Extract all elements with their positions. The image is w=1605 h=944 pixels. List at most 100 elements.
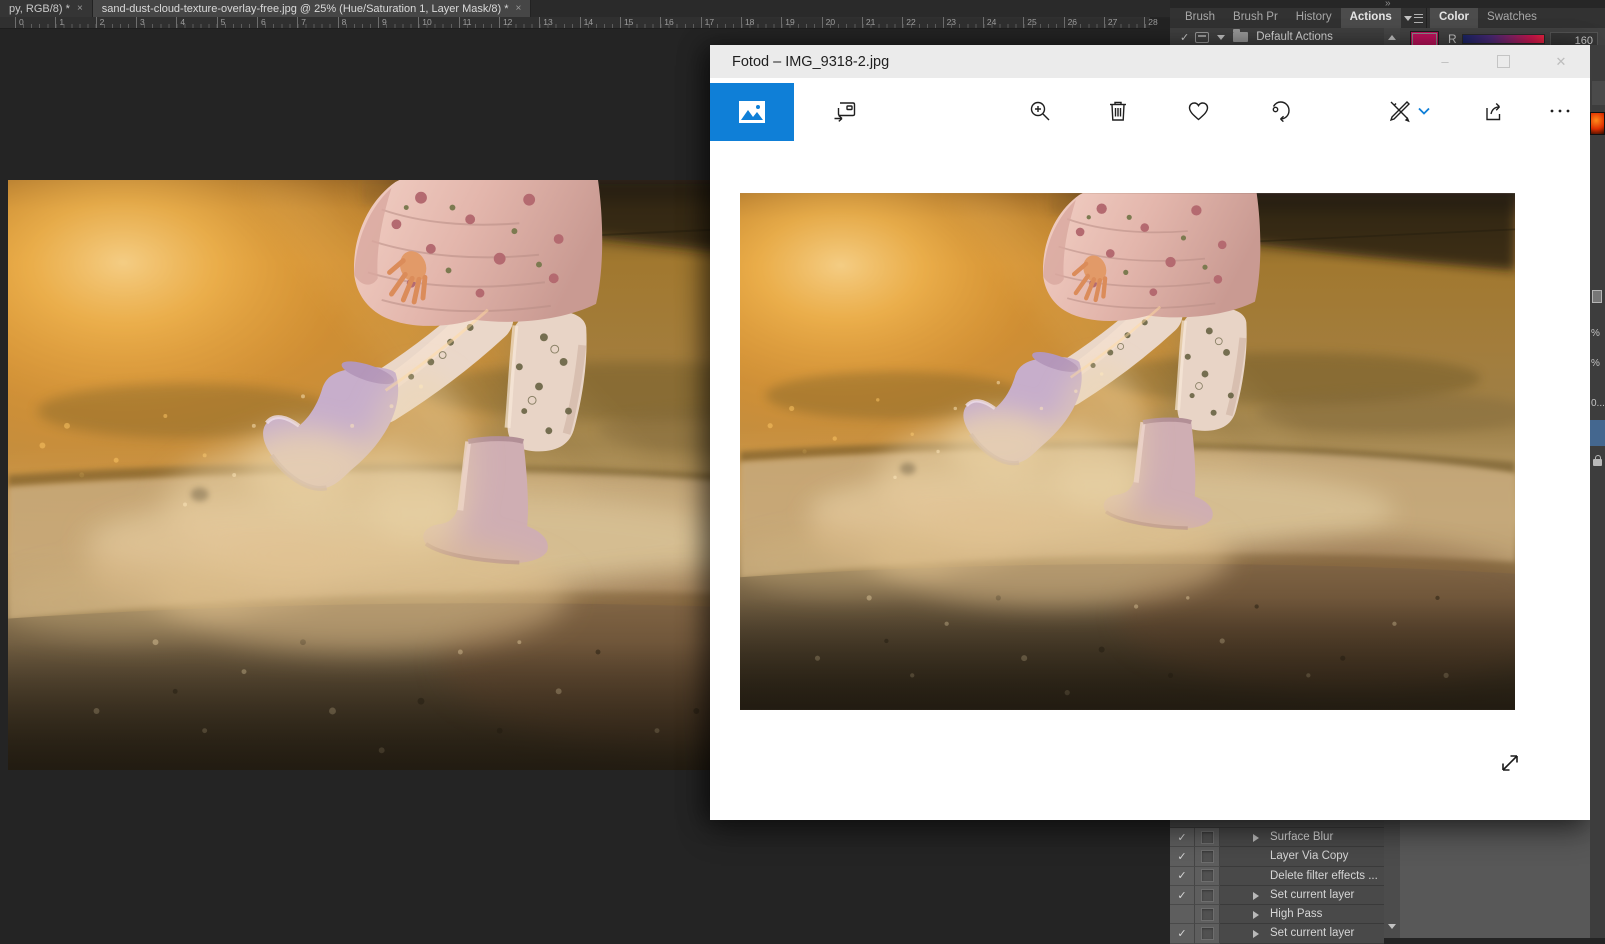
toggle-item-check[interactable]: ✓ [1170, 867, 1195, 886]
action-row-main[interactable]: Set current layer [1220, 886, 1384, 905]
empty-checkbox-icon [1201, 850, 1214, 863]
scroll-up-button[interactable] [1384, 28, 1400, 46]
empty-checkbox-icon [1201, 831, 1214, 844]
expand-set-icon[interactable] [1217, 35, 1225, 40]
empty-checkbox-icon [1201, 908, 1214, 921]
ruler-number: 12 [499, 17, 512, 28]
photos-titlebar[interactable]: Fotod – IMG_9318-2.jpg – ✕ [710, 45, 1590, 78]
action-name: Layer Via Copy [1270, 850, 1348, 862]
empty-checkbox-icon [1201, 869, 1214, 882]
modal-toggle-box[interactable] [1195, 847, 1220, 866]
selected-layer-fragment[interactable] [1590, 420, 1605, 446]
panel-tab-history[interactable]: History [1287, 8, 1341, 28]
document-tab-1[interactable]: py, RGB/8) * × [0, 0, 93, 17]
close-button[interactable]: ✕ [1532, 45, 1590, 78]
document-tab-2[interactable]: sand-dust-cloud-texture-overlay-free.jpg… [93, 0, 532, 17]
action-row[interactable]: ✓ Set current layer [1170, 886, 1384, 905]
ruler-number: 4 [176, 17, 185, 28]
toggle-item-check[interactable]: ✓ [1170, 847, 1195, 866]
fill-fragment: % [1591, 358, 1600, 369]
actions-list: ✓ Surface Blur ✓ Layer Via Copy ✓ Delete filt… [1170, 820, 1384, 944]
ruler-number: 15 [620, 17, 633, 28]
action-name: Delete filter effects ... [1270, 870, 1378, 882]
toggle-item-check[interactable] [1170, 905, 1195, 924]
action-row-main[interactable]: Set current layer [1220, 924, 1384, 943]
action-row-main[interactable]: Delete filter effects ... [1220, 867, 1384, 886]
action-row[interactable]: ✓ Surface Blur [1170, 828, 1384, 847]
action-name: Surface Blur [1270, 831, 1333, 843]
ruler-number: 7 [297, 17, 306, 28]
edit-dropdown-chevron[interactable] [1418, 100, 1436, 122]
action-row[interactable]: ✓ Layer Via Copy [1170, 847, 1384, 866]
expand-action-icon[interactable] [1253, 892, 1259, 900]
channel-slider[interactable] [1462, 34, 1545, 44]
ruler-number: 18 [741, 17, 754, 28]
zoom-icon [1028, 99, 1052, 123]
scroll-down-icon[interactable] [1388, 924, 1396, 929]
modal-toggle-box[interactable] [1195, 886, 1220, 905]
action-row-main[interactable]: Surface Blur [1220, 828, 1384, 847]
panel-tab-actions[interactable]: Actions [1341, 8, 1401, 28]
layer-thumbnail-fragment[interactable] [1590, 112, 1605, 135]
delete-button[interactable] [1096, 89, 1140, 133]
expand-action-icon[interactable] [1253, 930, 1259, 938]
ruler-number: 0 [15, 17, 24, 28]
partial-row [1170, 820, 1384, 828]
close-tab-icon[interactable]: × [77, 4, 83, 14]
rotate-icon [1267, 98, 1293, 124]
trash-icon [1106, 99, 1130, 123]
modal-toggle-box[interactable] [1195, 828, 1220, 847]
panel-tab-swatches[interactable]: Swatches [1478, 8, 1546, 28]
ruler-number: 23 [943, 17, 956, 28]
action-row-main[interactable]: Layer Via Copy [1220, 847, 1384, 866]
ruler-number: 11 [459, 17, 472, 28]
ruler-number: 28 [1144, 17, 1157, 28]
maximize-button[interactable] [1474, 45, 1532, 78]
actions-scrollbar[interactable] [1384, 820, 1400, 938]
panel-tab-brush[interactable]: Brush [1176, 8, 1224, 28]
expand-action-icon[interactable] [1253, 834, 1259, 842]
action-row[interactable]: ✓ Delete filter effects ... [1170, 867, 1384, 886]
photos-toolbar [710, 78, 1590, 140]
include-check-icon[interactable]: ✓ [1180, 31, 1189, 44]
ruler-number: 1 [55, 17, 64, 28]
favorite-button[interactable] [1176, 89, 1220, 133]
action-row[interactable]: ✓ Set current layer [1170, 924, 1384, 943]
panel-tab-brush-pr[interactable]: Brush Pr [1224, 8, 1287, 28]
collection-view-button[interactable] [710, 83, 794, 141]
action-row-main[interactable]: High Pass [1220, 905, 1384, 924]
document-tab-1-label: py, RGB/8) * [9, 3, 70, 15]
fullscreen-expand-button[interactable] [1495, 748, 1525, 778]
ruler-number: 5 [217, 17, 226, 28]
action-name: Set current layer [1270, 889, 1354, 901]
ellipsis-icon [1548, 99, 1572, 123]
panel-well-background [1400, 820, 1605, 938]
ruler-number: 24 [983, 17, 996, 28]
ruler-number: 20 [822, 17, 835, 28]
modal-control-icon[interactable] [1195, 32, 1209, 43]
share-button[interactable] [1473, 89, 1517, 133]
toggle-item-check[interactable]: ✓ [1170, 886, 1195, 905]
action-row[interactable]: High Pass [1170, 905, 1384, 924]
panel-dock-top-strip: » [1170, 0, 1605, 8]
minimize-button[interactable]: – [1416, 45, 1474, 78]
expand-action-icon[interactable] [1253, 911, 1259, 919]
panel-tab-color[interactable]: Color [1430, 8, 1478, 28]
see-more-button[interactable] [1538, 89, 1582, 133]
sunset-photo-canvas [8, 180, 710, 770]
add-to-button[interactable] [823, 89, 867, 133]
edit-create-button[interactable] [1378, 89, 1422, 133]
canvas-image[interactable] [8, 180, 710, 770]
modal-toggle-box[interactable] [1195, 867, 1220, 886]
modal-toggle-box[interactable] [1195, 924, 1220, 943]
toggle-item-check[interactable]: ✓ [1170, 828, 1195, 847]
rotate-button[interactable] [1258, 89, 1302, 133]
toggle-item-check[interactable]: ✓ [1170, 924, 1195, 943]
paper-icon [1592, 290, 1602, 303]
panel-menu-button[interactable] [1400, 8, 1426, 28]
close-tab-icon[interactable]: × [516, 4, 522, 14]
modal-toggle-box[interactable] [1195, 905, 1220, 924]
horizontal-ruler[interactable]: 0123456789101112131415161718192021222324… [0, 17, 1150, 29]
right-panel-tabs: ColorSwatches [1426, 8, 1605, 28]
zoom-button[interactable] [1018, 89, 1062, 133]
